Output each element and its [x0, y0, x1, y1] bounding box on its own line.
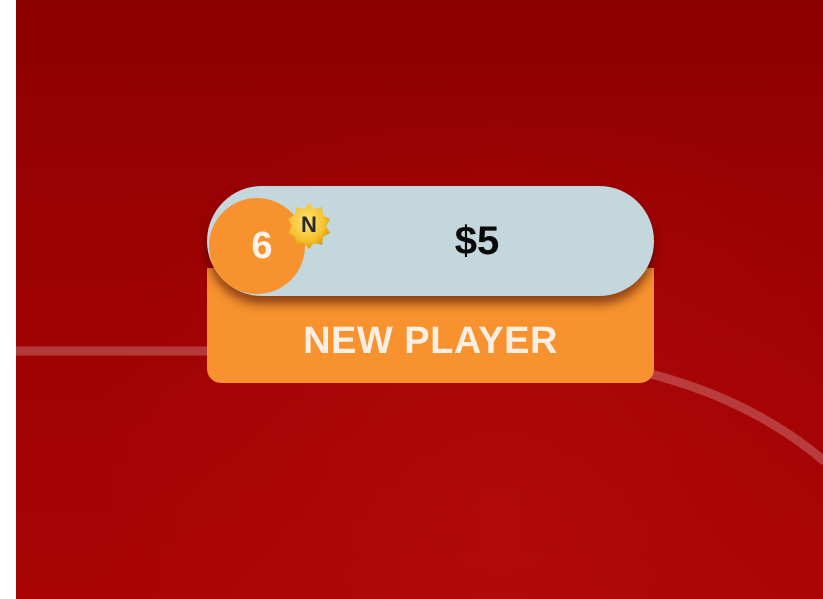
- seat-stack-pill: 6 N $5: [207, 186, 654, 296]
- game-stage: NEW PLAYER 6 N $5: [0, 0, 823, 599]
- new-player-badge-icon: N: [283, 200, 335, 252]
- new-badge-letter: N: [301, 212, 317, 237]
- player-stack-amount: $5: [454, 219, 500, 263]
- player-status-label: NEW PLAYER: [303, 320, 558, 362]
- player-seat[interactable]: NEW PLAYER 6 N $5: [207, 186, 654, 383]
